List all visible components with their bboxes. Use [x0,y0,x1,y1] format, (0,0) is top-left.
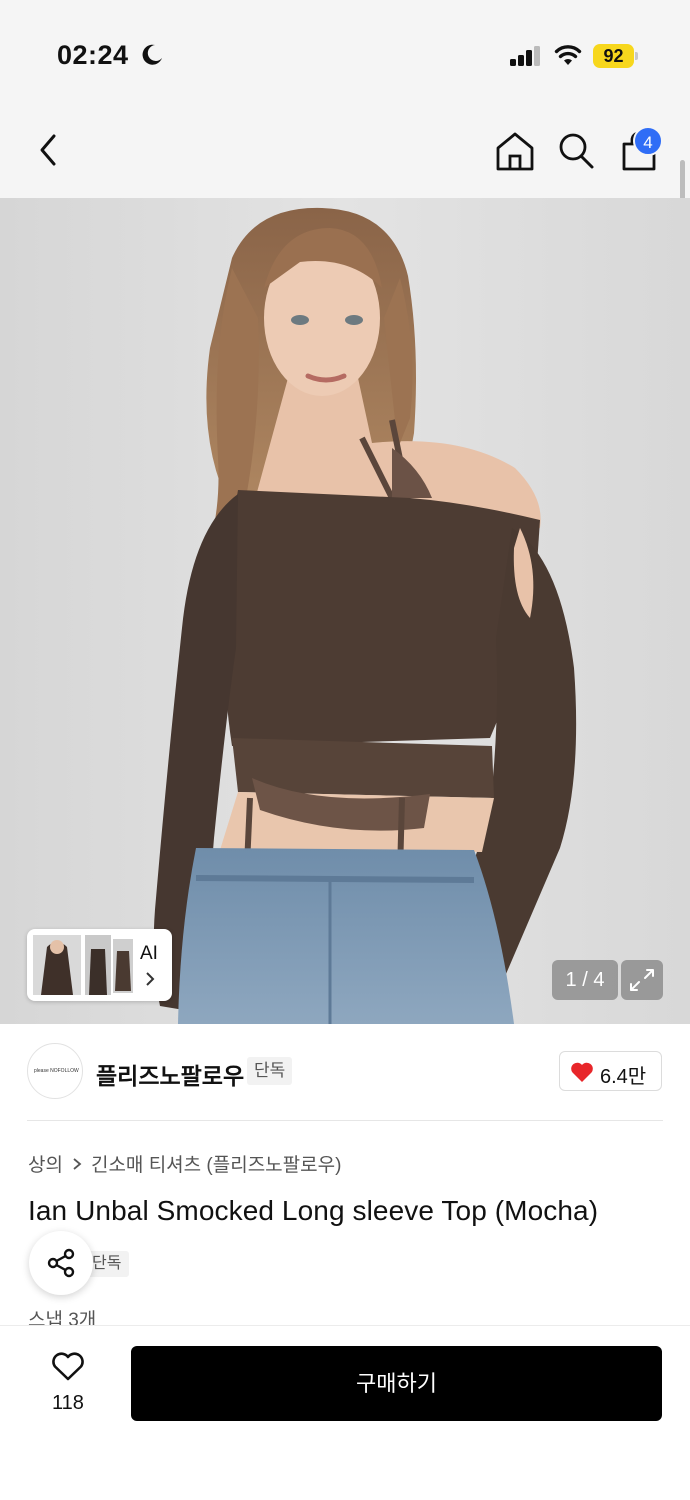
product-title: Ian Unbal Smocked Long sleeve Top (Mocha… [28,1195,599,1226]
wishlist-count: 118 [52,1392,84,1414]
chevron-right-icon [73,1158,82,1170]
expand-image-button[interactable] [621,960,663,1000]
search-icon[interactable] [556,130,596,172]
brand-logo-text: please NOFOLLOW [34,1068,79,1074]
wishlist-button[interactable]: 118 [38,1348,98,1428]
bottom-action-bar: 118 구매하기 [0,1325,690,1500]
brand-like-count: 6.4만 [600,1066,647,1088]
ai-similar-card[interactable]: AI [27,929,172,1001]
ai-label: AI [140,943,158,964]
signal-icon [510,46,540,66]
status-bar: 02:24 92 [0,0,690,100]
brand-name[interactable]: 플리즈노팔로우 [96,1057,244,1091]
status-time: 02:24 [57,40,129,70]
divider [27,1120,663,1121]
product-image[interactable] [0,198,690,1024]
moon-icon [142,44,162,65]
brand-logo[interactable]: please NOFOLLOW [27,1043,83,1099]
chevron-right-icon [146,972,155,986]
battery-indicator: 92 [593,44,638,68]
expand-icon [630,969,654,991]
top-nav [0,100,690,198]
battery-cap [635,52,638,60]
back-icon[interactable] [30,128,70,172]
product-photo [0,198,690,1024]
ai-thumbnails [33,935,133,995]
brand-like-button[interactable]: 6.4만 [559,1051,662,1091]
heart-outline-icon [52,1352,84,1381]
breadcrumb-category[interactable]: 상의 [28,1155,63,1176]
wifi-icon [554,45,582,65]
buy-button[interactable]: 구매하기 [131,1346,662,1421]
breadcrumb-subcategory[interactable]: 긴소매 티셔츠 (플리즈노팔로우) [91,1155,341,1176]
battery-level: 92 [603,46,624,66]
heart-filled-icon [571,1062,593,1082]
breadcrumb: 상의 긴소매 티셔츠 (플리즈노팔로우) [28,1150,341,1177]
home-icon[interactable] [494,130,536,172]
share-button[interactable] [29,1231,93,1295]
brand-exclusive-badge: 단독 [247,1057,293,1085]
image-page-counter: 1 / 4 [552,960,618,1000]
share-icon [47,1248,75,1278]
cart-badge: 4 [633,126,663,156]
